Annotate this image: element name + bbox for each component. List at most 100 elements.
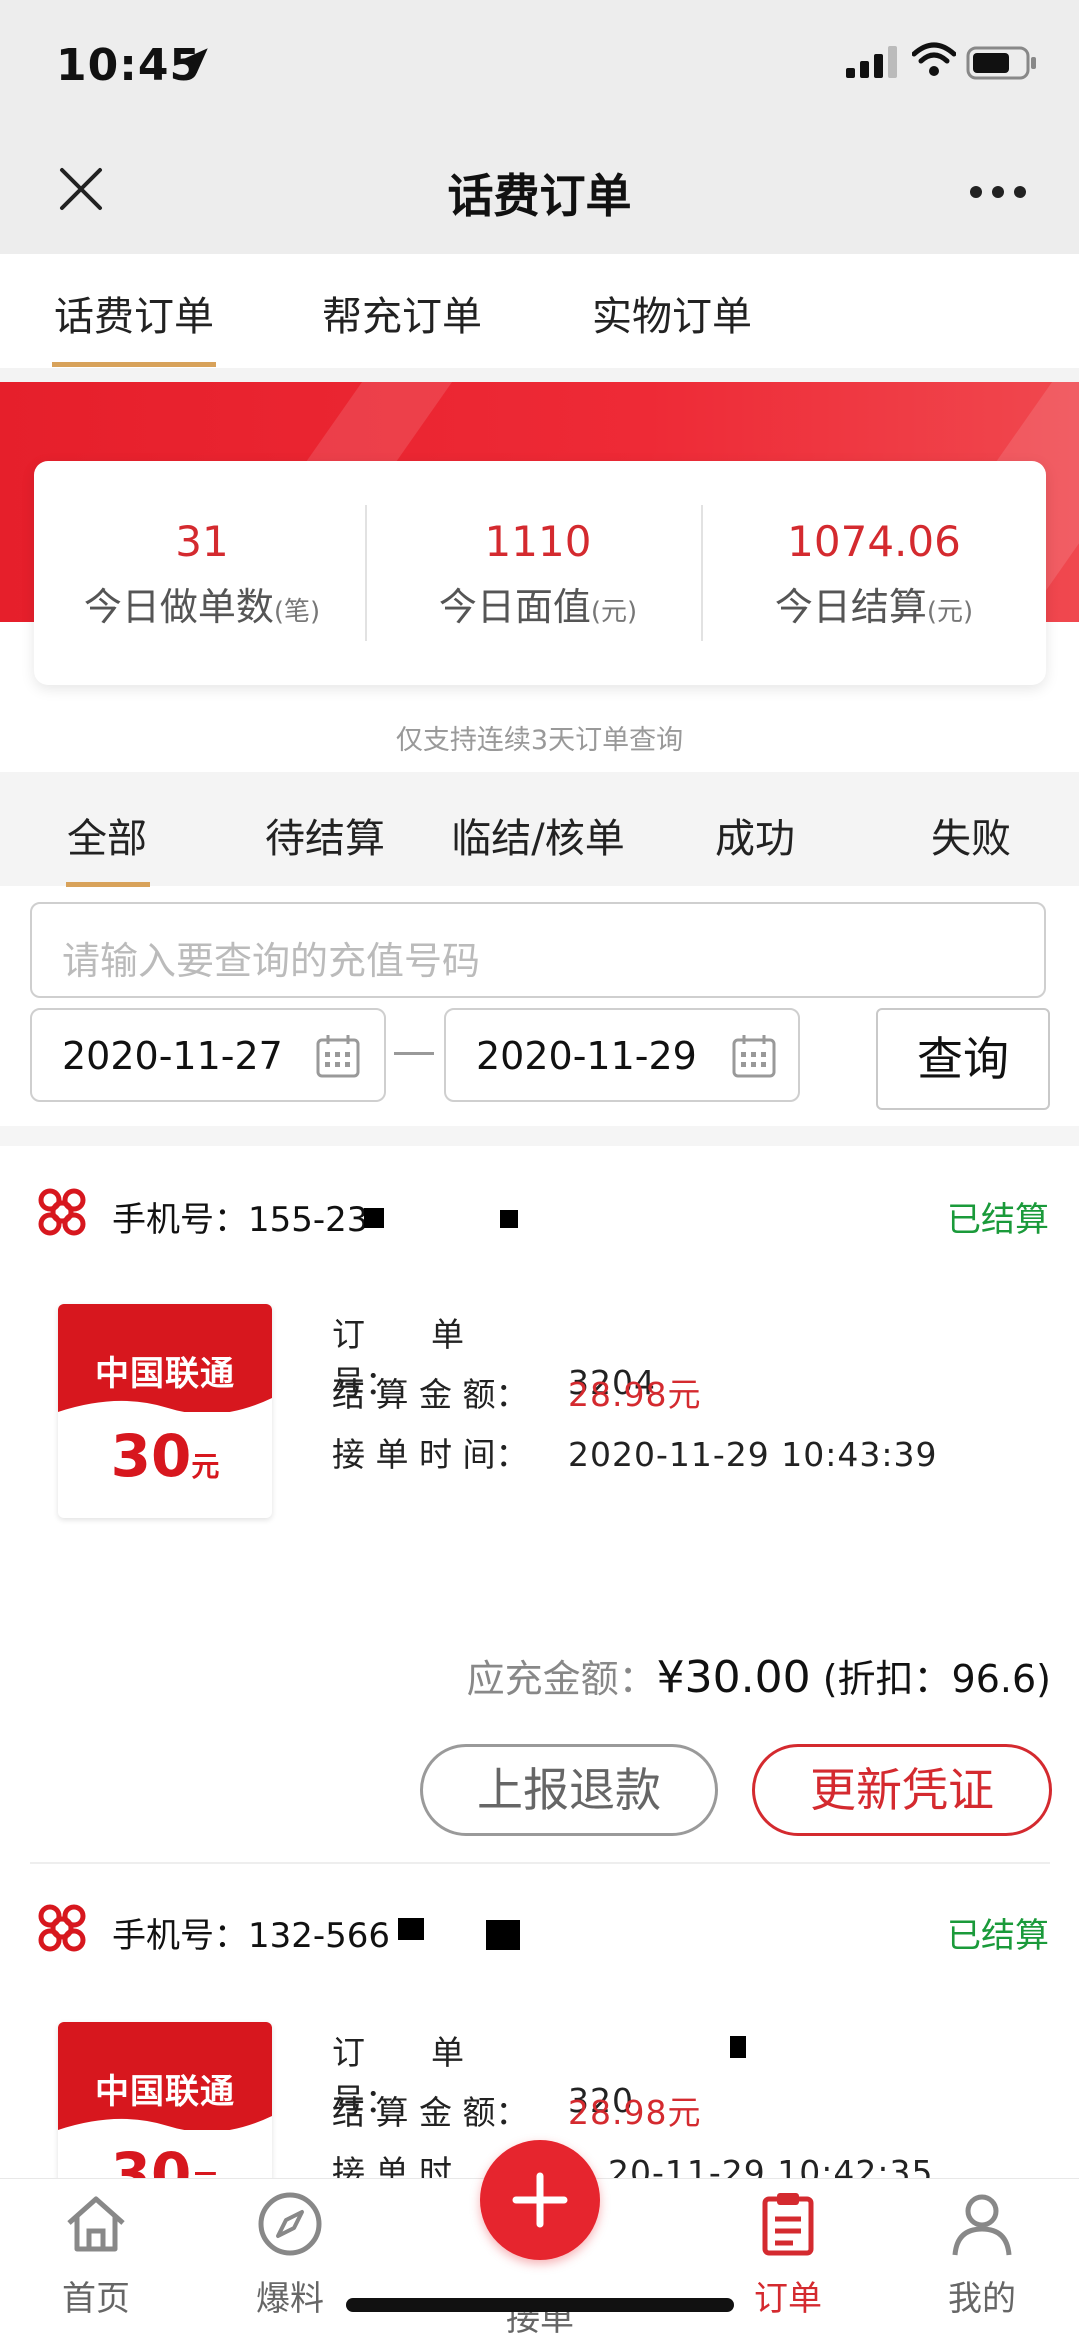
order-time-row: 接 单 时 间： 2020-11-29 10:43:39: [332, 1428, 937, 1476]
china-unicom-logo-icon: [38, 1188, 86, 1236]
product-image: 中国联通 30元: [58, 2022, 272, 2178]
stat-unit: (元): [590, 597, 638, 627]
redaction: [398, 1918, 424, 1940]
end-date-value: 2020-11-29: [476, 1034, 697, 1078]
home-indicator: [346, 2298, 734, 2312]
location-arrow-icon: [182, 48, 208, 74]
end-date-field[interactable]: 2020-11-29: [444, 1008, 800, 1102]
status-bar: 10:45: [0, 0, 1079, 130]
stat-value: 1074.06: [787, 517, 961, 566]
report-refund-button[interactable]: 上报退款: [420, 1744, 718, 1836]
nav-label: 订单: [754, 2279, 822, 2319]
china-unicom-logo-icon: [38, 1904, 86, 1952]
redaction: [730, 2036, 746, 2058]
stat-label-text: 今日结算: [774, 585, 927, 629]
product-value: 30: [110, 1422, 192, 1490]
start-date-field[interactable]: 2020-11-27: [30, 1008, 386, 1102]
calendar-icon[interactable]: [314, 1032, 362, 1080]
plus-icon: [512, 2172, 568, 2228]
nav-profile[interactable]: 我的: [902, 2189, 1062, 2320]
divider: [0, 1126, 1079, 1146]
page-title: 话费订单: [447, 169, 632, 223]
phone-number: 手机号：132-566: [112, 1916, 391, 1956]
start-date-value: 2020-11-27: [62, 1034, 283, 1078]
order-time-row: 接 单 时 20-11-29 10:42:35: [332, 2146, 934, 2178]
settle-amount: 28.98元: [568, 2093, 702, 2132]
product-value: 30: [110, 2140, 192, 2178]
stat-unit: (元): [926, 597, 974, 627]
order-time: 20-11-29 10:42:35: [608, 2153, 934, 2178]
settle-amount: 28.98元: [568, 1375, 702, 1414]
stat-value: 1110: [484, 517, 592, 566]
status-filter-tabs: 全部 待结算 临结/核单 成功 失败: [0, 772, 1079, 887]
redaction: [500, 1210, 518, 1228]
stat-unit: (笔): [273, 597, 321, 627]
settle-amount-label: 结 算 金 额：: [332, 2093, 529, 2132]
stat-label: 今日面值(元): [370, 576, 706, 631]
nav-label: 首页: [62, 2279, 130, 2319]
user-icon: [952, 2194, 1012, 2256]
product-brand: 中国联通: [95, 2072, 235, 2112]
recharge-amount: ¥30.00: [656, 1652, 811, 1703]
phone-search-input[interactable]: 请输入要查询的充值号码: [30, 902, 1046, 998]
clipboard-icon: [762, 2193, 814, 2256]
order-status: 已结算: [947, 1200, 1049, 1240]
product-brand: 中国联通: [95, 1354, 235, 1394]
recharge-label: 应充金额：: [466, 1657, 657, 1701]
discount: (折扣：96.6): [822, 1657, 1051, 1701]
divider: [701, 505, 703, 641]
redaction: [486, 1920, 520, 1950]
stat-order-count: 31 今日做单数(笔): [34, 461, 370, 685]
filter-review[interactable]: 临结/核单: [440, 806, 636, 864]
stat-label-text: 今日面值: [438, 585, 591, 629]
order-card: 手机号：155-23 已结算 中国联通 30元 订 单 号： 3204 结 算 金…: [0, 1146, 1079, 1860]
redaction: [364, 1208, 384, 1228]
tab-help-orders[interactable]: 帮充订单: [322, 284, 482, 342]
settle-amount-row: 结 算 金 额： 28.98元: [332, 1368, 701, 1416]
filter-all[interactable]: 全部: [44, 806, 170, 864]
recharge-summary: 应充金额：¥30.00 (折扣：96.6): [467, 1648, 1051, 1703]
filter-pending[interactable]: 待结算: [240, 806, 410, 864]
stat-label-text: 今日做单数: [83, 585, 274, 629]
stats-card: 31 今日做单数(笔) 1110 今日面值(元) 1074.06 今日结算(元): [34, 461, 1046, 685]
stat-settlement: 1074.06 今日结算(元): [706, 461, 1042, 685]
filter-failed[interactable]: 失败: [906, 806, 1036, 864]
calendar-icon[interactable]: [730, 1032, 778, 1080]
wifi-icon: [912, 42, 956, 76]
active-filter-underline: [66, 882, 150, 887]
nav-label: 我的: [948, 2279, 1016, 2319]
query-hint: 仅支持连续3天订单查询: [395, 725, 684, 756]
nav-home[interactable]: 首页: [16, 2189, 176, 2320]
nav-discover[interactable]: 爆料: [210, 2189, 370, 2320]
product-unit: 元: [191, 1450, 220, 1483]
divider: [30, 1862, 1050, 1864]
update-voucher-button[interactable]: 更新凭证: [752, 1744, 1052, 1836]
stat-face-value: 1110 今日面值(元): [370, 461, 706, 685]
product-unit: 元: [191, 2168, 219, 2178]
compass-icon: [258, 2192, 322, 2256]
stat-label: 今日结算(元): [706, 576, 1042, 631]
order-time: 2020-11-29 10:43:39: [568, 1435, 938, 1474]
settle-amount-label: 结 算 金 额：: [332, 1375, 529, 1414]
divider: [365, 505, 367, 641]
divider: [0, 368, 1079, 382]
nav-bar: 话费订单: [0, 130, 1079, 254]
more-icon[interactable]: [968, 184, 1028, 200]
order-type-tabs: 话费订单 帮充订单 实物订单: [0, 254, 1079, 368]
battery-icon: [966, 46, 1036, 80]
order-card: 手机号：132-566 已结算 中国联通 30元 订 单 号：320 结 算 金…: [0, 1866, 1079, 2178]
signal-icon: [846, 46, 897, 78]
active-tab-underline: [52, 362, 216, 367]
phone-number: 手机号：155-23: [112, 1200, 369, 1240]
date-range-dash: [394, 1052, 434, 1055]
home-icon: [67, 2196, 125, 2252]
query-button[interactable]: 查询: [876, 1008, 1050, 1110]
filter-success[interactable]: 成功: [690, 806, 820, 864]
order-status: 已结算: [947, 1916, 1049, 1956]
product-image: 中国联通 30元: [58, 1304, 272, 1518]
tab-physical-orders[interactable]: 实物订单: [592, 284, 752, 342]
nav-label: 爆料: [256, 2279, 324, 2319]
take-order-fab[interactable]: [480, 2140, 600, 2260]
tab-phone-orders[interactable]: 话费订单: [54, 284, 214, 342]
stat-value: 31: [175, 517, 229, 566]
